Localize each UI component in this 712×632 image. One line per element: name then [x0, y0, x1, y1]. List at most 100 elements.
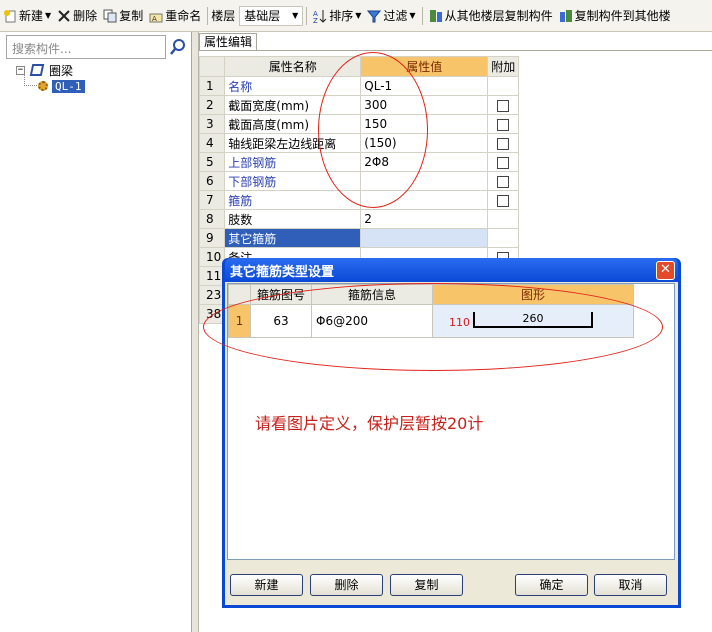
property-value-cell[interactable]: 2 — [360, 209, 489, 229]
extra-cell — [487, 190, 520, 210]
property-value-cell[interactable]: QL-1 — [360, 76, 489, 96]
copy-button[interactable]: 复制 — [100, 5, 146, 27]
copy-from-floor-button[interactable]: 从其他楼层复制构件 — [426, 5, 556, 27]
dialog-copy-button[interactable]: 复制 — [390, 574, 463, 596]
table-row[interactable]: 9 其它箍筋 — [198, 228, 520, 248]
tab-property-editor[interactable]: 属性编辑 — [199, 33, 258, 50]
property-name-cell: 下部钢筋 — [224, 171, 362, 191]
table-row[interactable]: 1 名称 QL-1 — [198, 76, 520, 96]
property-grid-header: 属性名称 属性值 附加 — [198, 56, 520, 77]
filter-button[interactable]: 过滤 ▼ — [364, 5, 418, 27]
column-header-name: 属性名称 — [224, 56, 362, 77]
property-name-cell: 上部钢筋 — [224, 152, 362, 172]
dialog-title: 其它箍筋类型设置 — [230, 264, 335, 280]
copy-to-floor-button[interactable]: 复制构件到其他楼 — [556, 5, 674, 27]
toolbar-divider — [306, 6, 308, 25]
tree-node-label: 圈梁 — [49, 63, 74, 78]
chevron-down-icon: ▼ — [355, 11, 362, 20]
stirrup-grid-area: 箍筋图号 箍筋信息 图形 1 63 Φ6@200 110 260 请看图片定义，… — [227, 283, 675, 560]
fig-no-cell[interactable]: 63 — [250, 304, 312, 338]
property-name-cell: 箍筋 — [224, 190, 362, 210]
extra-cell — [487, 171, 520, 191]
row-number: 38 — [198, 304, 226, 324]
floor-select[interactable]: 基础层 ▼ — [239, 5, 304, 26]
row-number: 2 — [198, 95, 226, 115]
extra-checkbox[interactable] — [497, 156, 510, 169]
property-name-cell: 轴线距梁左边线距离 — [224, 133, 362, 153]
property-name-cell: 其它箍筋 — [224, 228, 362, 248]
row-number: 10 — [198, 247, 226, 267]
table-row[interactable]: 4 轴线距梁左边线距离 (150) — [198, 133, 520, 153]
filter-label: 过滤 — [383, 9, 408, 23]
copy-from-floor-label: 从其他楼层复制构件 — [444, 9, 553, 23]
extra-checkbox[interactable] — [497, 194, 510, 207]
stirrup-grid-header: 箍筋图号 箍筋信息 图形 — [228, 284, 634, 305]
table-row[interactable]: 5 上部钢筋 2Φ8 — [198, 152, 520, 172]
dialog-delete-button[interactable]: 删除 — [310, 574, 383, 596]
row-number: 3 — [198, 114, 226, 134]
new-button[interactable]: 新建 ▼ — [0, 5, 54, 27]
component-tree-pane: 搜索构件... − 圈梁 QL-1 — [0, 32, 192, 632]
extra-cell — [487, 209, 520, 229]
info-cell[interactable]: Φ6@200 — [311, 304, 433, 338]
row-number: 9 — [198, 228, 226, 248]
shape-left-dimension: 110 — [449, 316, 470, 329]
delete-button[interactable]: 删除 — [54, 5, 100, 27]
property-name-cell: 肢数 — [224, 209, 362, 229]
search-input[interactable]: 搜索构件... — [6, 35, 166, 59]
property-value-cell[interactable] — [360, 171, 489, 191]
copy-to-floor-icon — [559, 9, 573, 23]
component-gear-icon — [38, 81, 48, 91]
tree-node-ql-1[interactable]: QL-1 — [24, 72, 85, 94]
cancel-button[interactable]: 取消 — [594, 574, 667, 596]
column-header-value: 属性值 — [360, 56, 489, 77]
copy-to-floor-label: 复制构件到其他楼 — [574, 9, 671, 23]
extra-checkbox[interactable] — [497, 137, 510, 150]
extra-checkbox[interactable] — [497, 175, 510, 188]
close-icon: ✕ — [660, 262, 671, 277]
table-row[interactable]: 7 箍筋 — [198, 190, 520, 210]
close-button[interactable]: ✕ — [656, 261, 675, 280]
filter-icon — [367, 9, 382, 23]
property-value-cell[interactable]: 150 — [360, 114, 489, 134]
sort-button[interactable]: AZ 排序 ▼ — [310, 5, 364, 27]
svg-text:A: A — [152, 15, 157, 23]
property-value-cell[interactable] — [360, 228, 489, 248]
extra-checkbox[interactable] — [497, 99, 510, 112]
stirrup-grid: 箍筋图号 箍筋信息 图形 1 63 Φ6@200 110 260 — [228, 284, 634, 338]
column-header-shape: 图形 — [432, 284, 634, 305]
dialog-title-bar[interactable]: 其它箍筋类型设置 ✕ — [225, 258, 678, 282]
component-tree: − 圈梁 QL-1 — [16, 62, 85, 94]
tab-label: 属性编辑 — [204, 35, 253, 49]
table-row[interactable]: 6 下部钢筋 — [198, 171, 520, 191]
delete-icon — [57, 9, 71, 23]
row-number: 4 — [198, 133, 226, 153]
table-row[interactable]: 2 截面宽度(mm) 300 — [198, 95, 520, 115]
search-button[interactable] — [168, 36, 188, 58]
shape-cell[interactable]: 110 260 — [432, 304, 634, 338]
sort-label: 排序 — [329, 9, 354, 23]
column-header-fig-no: 箍筋图号 — [250, 284, 312, 305]
row-number: 1 — [228, 304, 251, 338]
column-header-extra: 附加 — [487, 56, 520, 77]
row-number: 5 — [198, 152, 226, 172]
extra-cell — [487, 76, 520, 96]
table-row[interactable]: 8 肢数 2 — [198, 209, 520, 229]
pane-splitter[interactable] — [192, 32, 199, 632]
copy-from-floor-icon — [429, 9, 443, 23]
corner-cell — [198, 56, 226, 77]
table-row[interactable]: 1 63 Φ6@200 110 260 — [228, 304, 634, 338]
property-value-cell[interactable] — [360, 190, 489, 210]
property-value-cell[interactable]: 2Φ8 — [360, 152, 489, 172]
chevron-down-icon: ▼ — [409, 11, 416, 20]
extra-checkbox[interactable] — [497, 118, 510, 131]
shape-length-dimension[interactable]: 260 — [473, 312, 593, 325]
row-number: 8 — [198, 209, 226, 229]
dialog-new-button[interactable]: 新建 — [230, 574, 303, 596]
delete-label: 删除 — [73, 9, 98, 23]
ok-button[interactable]: 确定 — [515, 574, 588, 596]
rename-button[interactable]: A 重命名 — [146, 5, 204, 27]
table-row[interactable]: 3 截面高度(mm) 150 — [198, 114, 520, 134]
property-value-cell[interactable]: 300 — [360, 95, 489, 115]
property-value-cell[interactable]: (150) — [360, 133, 489, 153]
